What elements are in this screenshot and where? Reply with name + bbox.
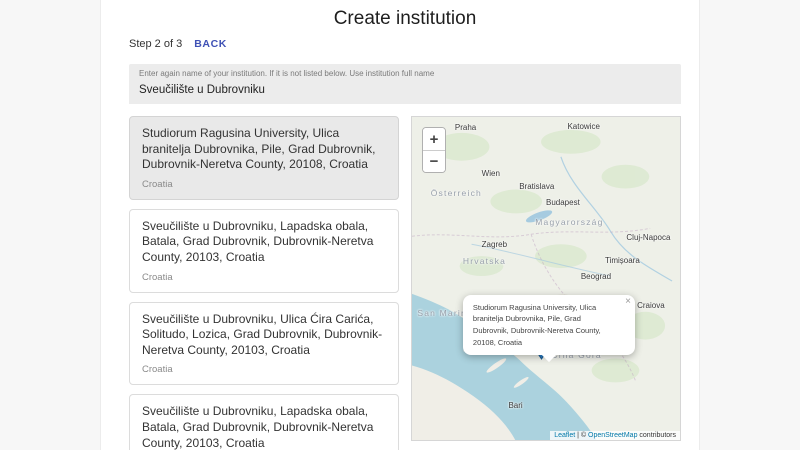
result-item[interactable]: Sveučilište u Dubrovniku, Lapadska obala… xyxy=(129,394,399,450)
result-item[interactable]: Sveučilište u Dubrovniku, Ulica Ćira Car… xyxy=(129,302,399,386)
zoom-out-button[interactable]: − xyxy=(423,150,445,172)
result-address: Sveučilište u Dubrovniku, Lapadska obala… xyxy=(142,404,386,450)
result-address: Studiorum Ragusina University, Ulica bra… xyxy=(142,126,386,173)
back-button[interactable]: BACK xyxy=(194,38,227,50)
popup-close-icon[interactable]: × xyxy=(625,297,631,307)
step-row: Step 2 of 3 BACK xyxy=(129,38,681,50)
institution-search: Enter again name of your institution. If… xyxy=(129,64,681,104)
page-title: Create institution xyxy=(129,8,681,30)
attribution-separator: | © xyxy=(575,432,588,439)
attribution-suffix: contributors xyxy=(637,432,676,439)
result-address: Sveučilište u Dubrovniku, Ulica Ćira Car… xyxy=(142,312,386,359)
result-item[interactable]: Studiorum Ragusina University, Ulica bra… xyxy=(129,116,399,200)
result-country: Croatia xyxy=(142,179,386,190)
map-label-city: Craiova xyxy=(637,301,665,310)
institution-search-input[interactable] xyxy=(139,84,671,96)
leaflet-link[interactable]: Leaflet xyxy=(554,432,575,439)
content-columns: Studiorum Ragusina University, Ulica bra… xyxy=(129,116,681,450)
zoom-in-button[interactable]: + xyxy=(423,128,445,150)
map-label-city: Beograd xyxy=(581,272,611,281)
popup-text: Studiorum Ragusina University, Ulica bra… xyxy=(473,303,601,347)
map-label-country: Magyarország xyxy=(535,217,603,227)
osm-link[interactable]: OpenStreetMap xyxy=(588,432,637,439)
map-attribution: Leaflet | © OpenStreetMap contributors xyxy=(550,431,680,440)
result-country: Croatia xyxy=(142,272,386,283)
map-label-city: Timișoara xyxy=(605,256,640,265)
result-item[interactable]: Sveučilište u Dubrovniku, Lapadska obala… xyxy=(129,209,399,293)
map-popup: Studiorum Ragusina University, Ulica bra… xyxy=(463,295,635,356)
map-zoom-control: + − xyxy=(422,127,446,173)
map-label-city: Zagreb xyxy=(482,240,507,249)
map-label-country: Österreich xyxy=(431,188,482,198)
map-label-city: Bratislava xyxy=(519,182,554,191)
map-label-city: Bari xyxy=(508,401,522,410)
map-label-city: Wien xyxy=(482,169,500,178)
result-country: Croatia xyxy=(142,364,386,375)
results-list: Studiorum Ragusina University, Ulica bra… xyxy=(129,116,399,450)
map-label-city: Budapest xyxy=(546,198,580,207)
create-institution-page: Create institution Step 2 of 3 BACK Ente… xyxy=(100,0,700,450)
map-tiles xyxy=(412,117,680,440)
map[interactable]: Praha Katowice Wien Bratislava Budapest … xyxy=(411,116,681,441)
map-label-city: Cluj-Napoca xyxy=(626,233,670,242)
step-label: Step 2 of 3 xyxy=(129,38,182,50)
map-label-country: Hrvatska xyxy=(463,256,506,266)
result-address: Sveučilište u Dubrovniku, Lapadska obala… xyxy=(142,219,386,266)
map-label-city: Katowice xyxy=(567,122,599,131)
search-hint-label: Enter again name of your institution. If… xyxy=(139,69,671,78)
map-label-city: Praha xyxy=(455,123,476,132)
